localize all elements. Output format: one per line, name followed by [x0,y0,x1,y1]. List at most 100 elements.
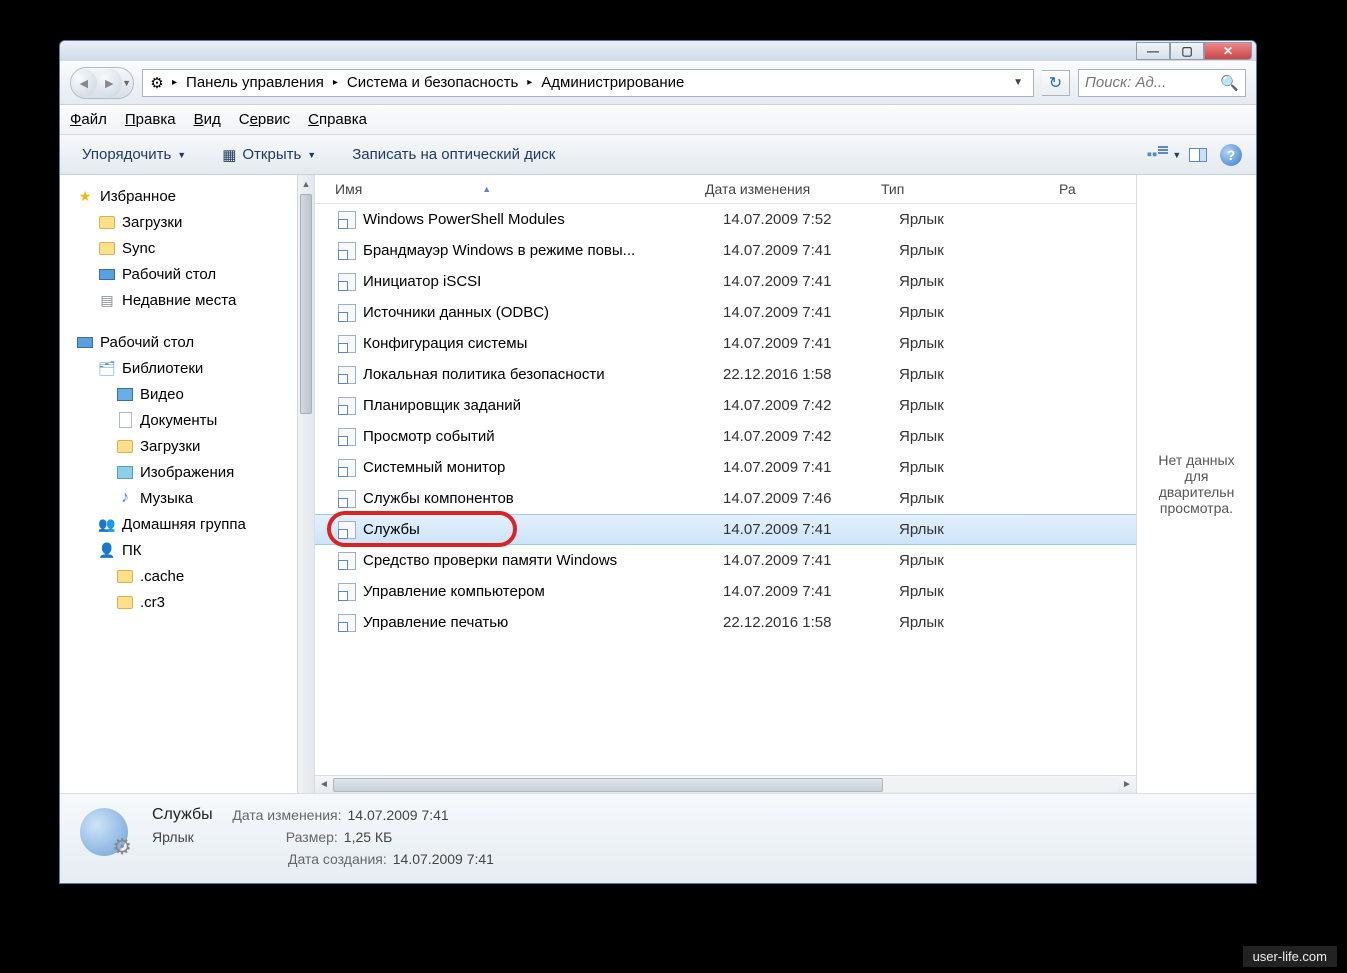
file-row[interactable]: Windows PowerShell Modules14.07.2009 7:5… [315,204,1136,235]
file-row[interactable]: Просмотр событий14.07.2009 7:42Ярлык [315,421,1136,452]
burn-button[interactable]: Записать на оптический диск [344,142,563,167]
search-placeholder: Поиск: Ад... [1085,74,1166,91]
breadcrumb-segment[interactable]: Панель управления [182,74,328,91]
file-row[interactable]: Системный монитор14.07.2009 7:41Ярлык [315,452,1136,483]
preview-pane-button[interactable] [1186,144,1210,166]
sidebar-desktop[interactable]: Рабочий стол [76,261,314,287]
file-row[interactable]: Источники данных (ODBC)14.07.2009 7:41Яр… [315,297,1136,328]
shortcut-icon [337,489,357,509]
navbar: ◄ ► ▼ ⚙ ▸ Панель управления ▸ Система и … [60,61,1256,105]
nav-history: ◄ ► ▼ [70,67,134,99]
organize-button[interactable]: Упорядочить▼ [74,142,194,167]
file-row[interactable]: Инициатор iSCSI14.07.2009 7:41Ярлык [315,266,1136,297]
sidebar-documents[interactable]: Документы [76,407,314,433]
shortcut-icon [337,272,357,292]
sidebar-video[interactable]: Видео [76,381,314,407]
minimize-button[interactable]: — [1136,42,1170,60]
column-name[interactable]: Имя▲ [315,181,705,197]
breadcrumb-segment[interactable]: Администрирование [537,74,688,91]
file-date: 22.12.2016 1:58 [723,614,899,631]
file-type: Ярлык [899,273,1077,290]
menu-service[interactable]: Сервис [239,111,290,128]
back-button[interactable]: ◄ [71,69,97,97]
details-icon [76,804,132,860]
sidebar-scrollbar[interactable]: ▲ [297,175,314,793]
sidebar-recent[interactable]: ▤Недавние места [76,287,314,313]
file-row[interactable]: Конфигурация системы14.07.2009 7:41Ярлык [315,328,1136,359]
help-icon[interactable]: ? [1220,144,1242,166]
history-dropdown[interactable]: ▼ [122,78,133,88]
refresh-button[interactable]: ↻ [1042,70,1070,96]
file-row[interactable]: Локальная политика безопасности22.12.201… [315,359,1136,390]
menu-file[interactable]: Файл [70,111,107,128]
file-type: Ярлык [899,459,1077,476]
file-row[interactable]: Управление печатью22.12.2016 1:58Ярлык [315,607,1136,638]
column-headers: Имя▲ Дата изменения Тип Ра [315,175,1136,204]
breadcrumb-chevron[interactable]: ▸ [330,77,341,88]
address-dropdown[interactable]: ▼ [1007,77,1029,88]
sidebar-homegroup[interactable]: 👥Домашняя группа [76,511,314,537]
column-date[interactable]: Дата изменения [705,181,881,197]
file-row[interactable]: Службы14.07.2009 7:41Ярлык [315,514,1136,545]
file-row[interactable]: Средство проверки памяти Windows14.07.20… [315,545,1136,576]
file-name: Брандмауэр Windows в режиме повы... [363,242,723,259]
sidebar-favorites[interactable]: ★Избранное [76,183,314,209]
search-icon[interactable]: 🔍 [1220,74,1239,92]
sidebar-desktop-root[interactable]: Рабочий стол [76,329,314,355]
breadcrumb-segment[interactable]: Система и безопасность [343,74,522,91]
file-type: Ярлык [899,304,1077,321]
shortcut-icon [337,427,357,447]
sidebar-pc[interactable]: 👤ПК [76,537,314,563]
menu-help[interactable]: Справка [308,111,367,128]
open-icon: ▦ [222,146,236,164]
menubar: Файл Правка Вид Сервис Справка [60,105,1256,135]
shortcut-icon [337,303,357,323]
file-name: Источники данных (ODBC) [363,304,723,321]
column-type[interactable]: Тип [881,181,1059,197]
shortcut-icon [337,458,357,478]
forward-button[interactable]: ► [97,69,123,97]
file-row[interactable]: Службы компонентов14.07.2009 7:46Ярлык [315,483,1136,514]
file-date: 22.12.2016 1:58 [723,366,899,383]
shortcut-icon [337,396,357,416]
file-type: Ярлык [899,521,1077,538]
menu-edit[interactable]: Правка [125,111,176,128]
search-input[interactable]: Поиск: Ад... 🔍 [1078,69,1246,97]
menu-view[interactable]: Вид [194,111,221,128]
file-type: Ярлык [899,428,1077,445]
sidebar-pictures[interactable]: Изображения [76,459,314,485]
close-button[interactable]: ✕ [1204,42,1252,60]
sidebar-sync[interactable]: Sync [76,235,314,261]
shortcut-icon [337,582,357,602]
sidebar-cache[interactable]: .cache [76,563,314,589]
sidebar-music[interactable]: ♪Музыка [76,485,314,511]
sidebar-downloads[interactable]: Загрузки [76,209,314,235]
view-mode-button[interactable]: ▪▪ ▼ [1152,144,1176,166]
breadcrumb-chevron[interactable]: ▸ [524,77,535,88]
file-row[interactable]: Брандмауэр Windows в режиме повы...14.07… [315,235,1136,266]
sidebar-downloads2[interactable]: Загрузки [76,433,314,459]
file-type: Ярлык [899,335,1077,352]
sidebar-cr3[interactable]: .cr3 [76,589,314,615]
file-type: Ярлык [899,552,1077,569]
file-row[interactable]: Управление компьютером14.07.2009 7:41Ярл… [315,576,1136,607]
open-button[interactable]: ▦ Открыть▼ [214,142,324,168]
file-name: Локальная политика безопасности [363,366,723,383]
address-bar[interactable]: ⚙ ▸ Панель управления ▸ Система и безопа… [142,69,1034,97]
file-list: Имя▲ Дата изменения Тип Ра Windows Power… [315,175,1136,793]
file-type: Ярлык [899,211,1077,228]
shortcut-icon [337,334,357,354]
maximize-button[interactable]: ▢ [1170,42,1204,60]
file-name: Просмотр событий [363,428,723,445]
file-name: Инициатор iSCSI [363,273,723,290]
column-size[interactable]: Ра [1059,181,1136,197]
file-type: Ярлык [899,583,1077,600]
shortcut-icon [337,241,357,261]
horizontal-scrollbar[interactable]: ◄ ► [315,775,1136,793]
breadcrumb-chevron[interactable]: ▸ [169,77,180,88]
file-date: 14.07.2009 7:41 [723,552,899,569]
file-name: Системный монитор [363,459,723,476]
watermark: user-life.com [1243,946,1337,967]
file-row[interactable]: Планировщик заданий14.07.2009 7:42Ярлык [315,390,1136,421]
sidebar-libraries[interactable]: 🗂Библиотеки [76,355,314,381]
